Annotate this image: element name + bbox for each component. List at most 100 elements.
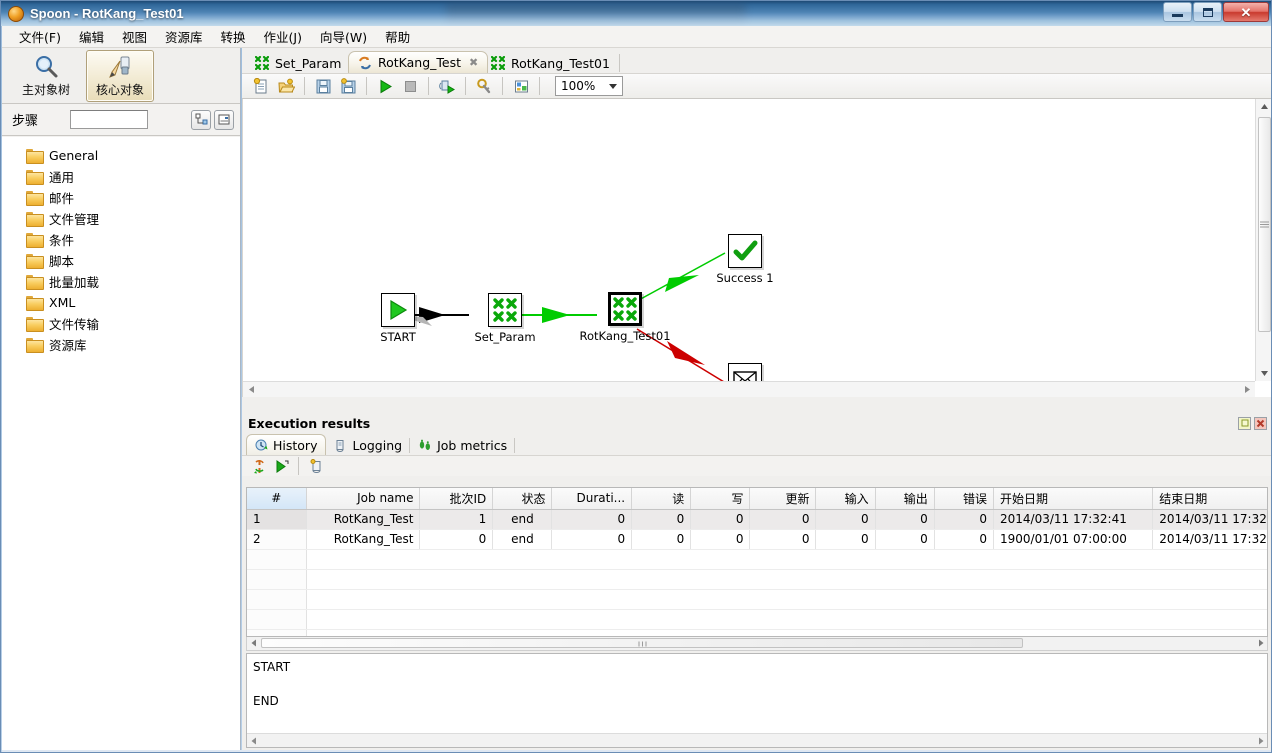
- perspective-core-objects[interactable]: 核心对象: [86, 49, 154, 102]
- table-scroll-left-button[interactable]: [247, 637, 260, 649]
- search-input-wrapper[interactable]: [70, 110, 149, 129]
- tree-item-scripting[interactable]: 脚本: [2, 250, 240, 271]
- tab-rotkang-test[interactable]: RotKang_Test ✖: [348, 51, 489, 73]
- refresh-history-button[interactable]: [250, 457, 268, 475]
- clear-log-button[interactable]: [307, 457, 325, 475]
- tree-item-mail[interactable]: 邮件: [2, 187, 240, 208]
- table-hscroll-thumb[interactable]: [261, 638, 1023, 648]
- perspective-main-tree[interactable]: 主对象树: [12, 50, 80, 102]
- tab-set-param[interactable]: Set_Param: [246, 53, 352, 73]
- menu-wizard[interactable]: 向导(W): [311, 25, 376, 48]
- collapse-tree-button[interactable]: [214, 109, 234, 130]
- execution-log-output[interactable]: START END: [246, 653, 1268, 748]
- node-success-box[interactable]: [728, 234, 762, 268]
- tree-item-file-transfer[interactable]: 文件传输: [2, 313, 240, 334]
- menu-help[interactable]: 帮助: [376, 25, 419, 48]
- hop-arrow-green-2: [665, 275, 699, 292]
- maximize-button[interactable]: [1193, 2, 1222, 22]
- log-scroll-left-button[interactable]: [247, 734, 260, 747]
- canvas-horizontal-scrollbar[interactable]: [243, 381, 1255, 397]
- canvas-vscroll-thumb[interactable]: [1258, 117, 1271, 332]
- column-header-read[interactable]: 读: [631, 488, 692, 510]
- node-mail[interactable]: [707, 363, 783, 381]
- stop-button[interactable]: [399, 75, 421, 97]
- editor-area: Set_Param RotKang_Test ✖ RotKang_Test01 …: [242, 48, 1271, 752]
- preview-button[interactable]: [436, 75, 458, 97]
- scroll-right-button[interactable]: [1239, 382, 1255, 397]
- node-start-box[interactable]: [381, 293, 415, 327]
- job-canvas[interactable]: START Set_Param RotKang_Test01 Success 1: [247, 103, 1255, 381]
- node-rotkang-test01-box[interactable]: [608, 292, 642, 326]
- open-folder-icon: [277, 78, 295, 92]
- exec-minimize-button[interactable]: [1238, 416, 1251, 430]
- menu-view[interactable]: 视图: [113, 25, 156, 48]
- tree-item-file-management[interactable]: 文件管理: [2, 208, 240, 229]
- tab-job-metrics[interactable]: Job metrics: [410, 436, 516, 455]
- exec-close-button[interactable]: [1254, 416, 1267, 430]
- column-header-output[interactable]: 输出: [875, 488, 935, 510]
- table-row[interactable]: 1 RotKang_Test 1 end 0 0 0 0 0 0 0 2014/…: [247, 509, 1267, 530]
- zoom-combobox[interactable]: 100%: [555, 76, 623, 96]
- table-scroll-right-button[interactable]: [1254, 637, 1267, 649]
- table-row[interactable]: 2 RotKang_Test 0 end 0 0 0 0 0 0 0 1900/…: [247, 529, 1267, 550]
- column-header-end-date[interactable]: 结束日期: [1152, 488, 1267, 510]
- verify-button[interactable]: [473, 75, 495, 97]
- tree-item-tongyong[interactable]: 通用: [2, 166, 240, 187]
- replay-button[interactable]: [272, 457, 290, 475]
- menu-edit[interactable]: 编辑: [70, 25, 113, 48]
- cell-updated: 0: [749, 509, 817, 530]
- column-header-duration[interactable]: Durati...: [551, 488, 633, 510]
- menu-job[interactable]: 作业(J): [255, 25, 311, 48]
- canvas-vertical-scrollbar[interactable]: [1255, 99, 1271, 381]
- column-header-status[interactable]: 状态: [492, 488, 553, 510]
- column-header-updated[interactable]: 更新: [749, 488, 817, 510]
- scroll-up-button[interactable]: [1256, 99, 1271, 114]
- save-as-button[interactable]: [337, 75, 359, 97]
- column-header-input[interactable]: 输入: [815, 488, 876, 510]
- scroll-down-button[interactable]: [1256, 366, 1271, 381]
- log-horizontal-scrollbar[interactable]: [247, 733, 1267, 747]
- tab-close-icon[interactable]: ✖: [469, 56, 478, 69]
- tree-item-general[interactable]: General: [2, 145, 240, 166]
- scroll-left-button[interactable]: [243, 382, 259, 397]
- tab-logging[interactable]: Logging: [326, 436, 410, 455]
- log-line: START: [253, 660, 291, 674]
- tab-rotkang-test01[interactable]: RotKang_Test01: [482, 53, 620, 73]
- node-set-param-box[interactable]: [488, 293, 522, 327]
- menu-transformation[interactable]: 转换: [212, 25, 255, 48]
- close-button[interactable]: ✕: [1223, 2, 1269, 22]
- menu-file[interactable]: 文件(F): [10, 25, 70, 48]
- image-button[interactable]: [510, 75, 532, 97]
- column-header-job-name[interactable]: Job name: [306, 488, 421, 510]
- tree-item-conditions[interactable]: 条件: [2, 229, 240, 250]
- column-header-errors[interactable]: 错误: [934, 488, 994, 510]
- history-table-container[interactable]: # Job name 批次ID 状态 Durati... 读 写 更新 输入 输…: [246, 487, 1268, 637]
- node-rotkang-test01[interactable]: RotKang_Test01: [577, 292, 673, 343]
- tree-item-bulk-loading[interactable]: 批量加载: [2, 271, 240, 292]
- menu-repository[interactable]: 资源库: [156, 25, 212, 48]
- run-button[interactable]: [374, 75, 396, 97]
- node-mail-box[interactable]: [728, 363, 762, 381]
- tab-history[interactable]: History: [246, 434, 327, 455]
- column-header-start-date[interactable]: 开始日期: [993, 488, 1154, 510]
- cell-job-name: RotKang_Test: [306, 509, 421, 530]
- open-button[interactable]: [275, 75, 297, 97]
- minimize-button[interactable]: [1163, 2, 1192, 22]
- core-objects-tree: General 通用 邮件 文件管理 条件 脚本 批量加载 XML 文件传输 资…: [2, 137, 240, 752]
- history-table-hscrollbar[interactable]: [246, 637, 1268, 651]
- column-header-written[interactable]: 写: [690, 488, 751, 510]
- new-button[interactable]: [250, 75, 272, 97]
- column-header-batch-id[interactable]: 批次ID: [419, 488, 494, 510]
- tree-item-repository[interactable]: 资源库: [2, 334, 240, 355]
- execution-results-panel: Execution results History Logging Job me…: [242, 413, 1271, 752]
- execution-results-header: Execution results: [242, 413, 1271, 433]
- column-header-index[interactable]: #: [247, 488, 307, 510]
- expand-tree-button[interactable]: [191, 109, 211, 130]
- search-input[interactable]: [71, 111, 148, 128]
- node-start[interactable]: START: [359, 293, 437, 344]
- node-set-param[interactable]: Set_Param: [466, 293, 544, 344]
- save-button[interactable]: [312, 75, 334, 97]
- tree-item-xml[interactable]: XML: [2, 292, 240, 313]
- log-scroll-right-button[interactable]: [1254, 734, 1267, 747]
- node-success-1[interactable]: Success 1: [707, 234, 783, 285]
